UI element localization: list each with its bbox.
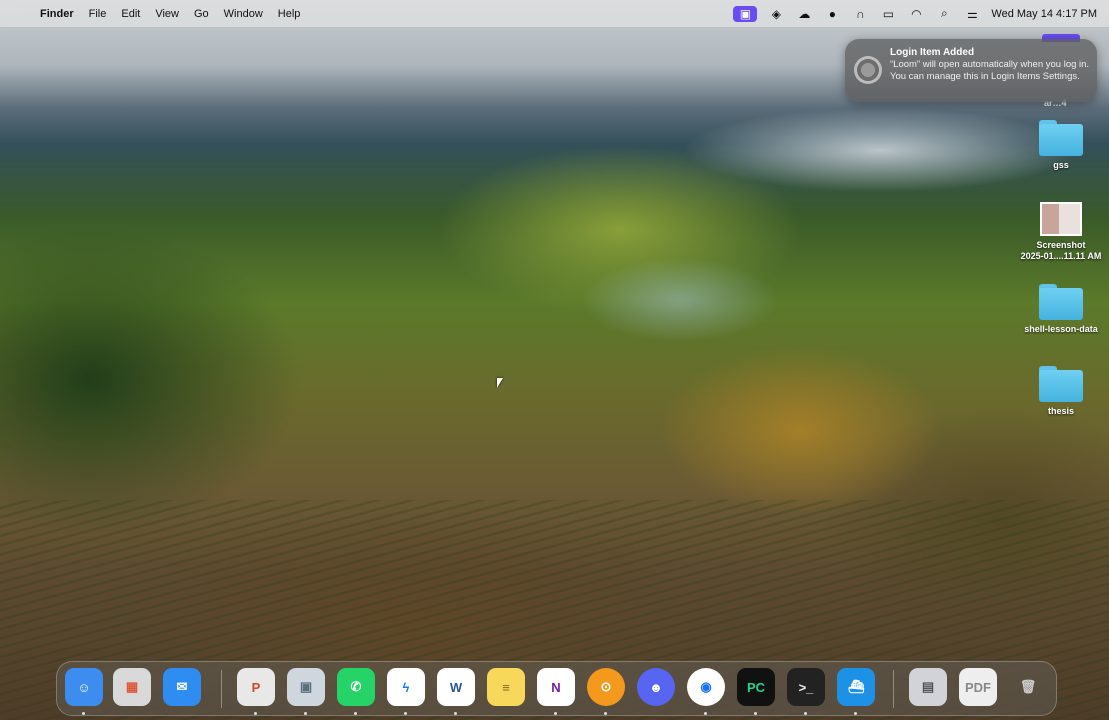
onenote-icon[interactable]: N [537,668,575,706]
menu-go[interactable]: Go [194,8,209,20]
running-indicator [82,712,85,715]
whatsapp-icon[interactable]: ✆ [337,668,375,706]
desktop-item-label: thesis [1047,406,1074,416]
mouse-cursor-icon [497,378,503,388]
running-indicator [704,712,707,715]
menu-window[interactable]: Window [224,8,263,20]
menu-edit[interactable]: Edit [121,8,140,20]
running-indicator [804,712,807,715]
running-indicator [754,712,757,715]
menu-clock[interactable]: Wed May 14 4:17 PM [991,8,1097,20]
running-indicator [454,712,457,715]
headphones-icon[interactable]: ∩ [851,6,869,22]
wifi-icon[interactable]: ◠ [907,6,925,22]
mail-icon[interactable]: ✉ [163,668,201,706]
grammarly-icon[interactable]: ● [823,6,841,22]
dock-separator [893,670,894,708]
running-indicator [854,712,857,715]
desktop-item-shell-lesson-data[interactable]: shell-lesson-data [1016,284,1106,335]
cloud-sync-icon[interactable]: ☁ [795,6,813,22]
running-indicator [604,712,607,715]
login-item-notification[interactable]: Login Item Added “Loom” will open automa… [845,39,1097,102]
running-indicator [354,712,357,715]
discord-icon[interactable]: ☻ [637,668,675,706]
running-indicator [254,712,257,715]
openvpn-icon[interactable]: ⊙ [587,668,625,706]
control-center-icon[interactable]: ⚌ [963,6,981,22]
app-status-icon[interactable]: ◈ [767,6,785,22]
pdf-stack-icon[interactable]: PDF [959,668,997,706]
notification-title: Login Item Added [890,47,975,58]
downloads-stack-icon[interactable]: ▤ [909,668,947,706]
finder-icon[interactable]: ☺ [65,668,103,706]
menu-view[interactable]: View [155,8,179,20]
menu-app-finder[interactable]: Finder [40,8,74,20]
desktop-item-gss[interactable]: gss [1016,120,1106,171]
desktop-item-label: shell-lesson-data [1024,324,1098,334]
folder-icon [1039,120,1083,156]
folder-icon [1039,284,1083,320]
pycharm-icon[interactable]: PC [737,668,775,706]
folder-icon [1039,366,1083,402]
screen-share-icon[interactable]: ▣ [733,5,758,22]
settings-gear-icon [854,56,882,84]
trash-icon[interactable]: 🗑 [1009,668,1047,706]
image-thumbnail-icon [1040,202,1082,236]
running-indicator [554,712,557,715]
notes-icon[interactable]: ≡ [487,668,525,706]
menu-bar: Finder File Edit View Go Window Help ▣ ◈… [0,0,1109,27]
preview-icon[interactable]: ▣ [287,668,325,706]
running-indicator [304,712,307,715]
desktop-item-label: Screenshot 2025-01....11.11 AM [1020,240,1102,261]
menu-help[interactable]: Help [278,8,301,20]
launchpad-icon[interactable]: ▦ [113,668,151,706]
battery-icon[interactable]: ▭ [879,6,897,22]
notification-body: “Loom” will open automatically when you … [890,59,1090,82]
word-icon[interactable]: W [437,668,475,706]
docker-icon[interactable]: ⛴ [837,668,875,706]
dock: ☺ ▦ ✉ P ▣ ✆ ϟ W ≡ N ⊙ ☻ ◉ PC >_ ⛴ ▤ PDF 🗑 [56,661,1057,716]
desktop-item-screenshot[interactable]: Screenshot 2025-01....11.11 AM [1016,202,1106,262]
messenger-icon[interactable]: ϟ [387,668,425,706]
desktop-item-label: gss [1053,160,1069,170]
running-indicator [404,712,407,715]
desktop-item-thesis[interactable]: thesis [1016,366,1106,417]
chrome-icon[interactable]: ◉ [687,668,725,706]
terminal-icon[interactable]: >_ [787,668,825,706]
search-icon[interactable]: ⌕ [935,6,953,22]
powerpoint-icon[interactable]: P [237,668,275,706]
menu-file[interactable]: File [89,8,107,20]
dock-separator [221,670,222,708]
